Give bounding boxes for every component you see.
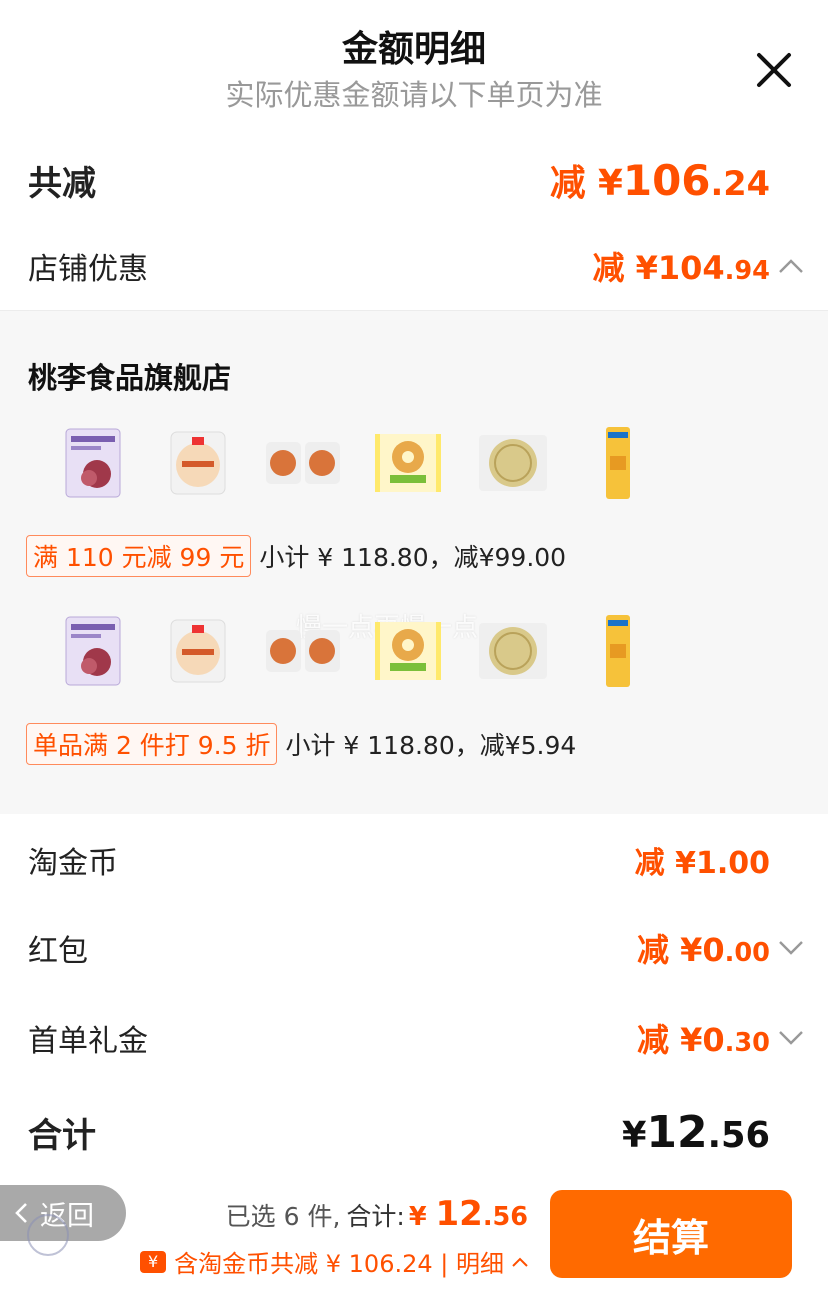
product-image bbox=[65, 616, 120, 686]
chevron-down-icon[interactable] bbox=[778, 1030, 804, 1046]
product-thumbnails bbox=[40, 423, 670, 503]
product-image bbox=[265, 442, 340, 484]
tao-coin-label: 淘金币 bbox=[28, 846, 118, 881]
total-price: ¥ 12.56 bbox=[408, 1194, 528, 1234]
product-image bbox=[605, 427, 630, 499]
coupon-icon: ¥ bbox=[140, 1250, 167, 1273]
checkout-button[interactable]: 结算 bbox=[550, 1190, 792, 1278]
shop-discount-label: 店铺优惠 bbox=[28, 252, 148, 287]
product-thumb bbox=[40, 423, 145, 503]
product-thumb bbox=[250, 423, 355, 503]
selected-count: 已选 6 件, bbox=[225, 1202, 341, 1231]
shop-discount-panel: 桃李食品旗舰店 满 110 元减 99 元 小计 ¥ 118.80，减¥99.0… bbox=[0, 310, 828, 814]
product-thumb bbox=[250, 611, 355, 691]
chevron-up-icon[interactable] bbox=[778, 258, 804, 274]
promo-line: 单品满 2 件打 9.5 折 小计 ¥ 118.80，减¥5.94 bbox=[26, 723, 576, 765]
bottom-checkout-bar: 返回 已选 6 件, 合计: ¥ 12.56 ¥ 含淘金币共减 ¥ 106.24… bbox=[0, 1176, 828, 1306]
product-image bbox=[374, 434, 441, 492]
savings-text: 含淘金币共减 ¥ 106.24 | 明细 bbox=[174, 1250, 504, 1278]
total-label: 合计: bbox=[346, 1202, 405, 1231]
product-image bbox=[170, 619, 225, 683]
selection-summary: 已选 6 件, 合计: ¥ 12.56 bbox=[226, 1194, 528, 1234]
floating-ring-icon[interactable] bbox=[27, 1214, 69, 1256]
savings-summary: ¥ 含淘金币共减 ¥ 106.24 | 明细 bbox=[140, 1244, 528, 1279]
tao-coin-row: 淘金币 减 ¥1.00 bbox=[28, 834, 770, 886]
product-image bbox=[265, 630, 340, 672]
product-image bbox=[478, 435, 547, 491]
product-thumbnails bbox=[40, 611, 670, 691]
promo-subtotal: 小计 ¥ 118.80，减¥5.94 bbox=[285, 731, 577, 760]
promo-tag: 单品满 2 件打 9.5 折 bbox=[26, 723, 278, 765]
chevron-left-icon bbox=[15, 1203, 27, 1223]
shop-discount-row[interactable]: 店铺优惠 减 ¥104.94 bbox=[28, 240, 770, 292]
total-discount-amount: 减 ¥106.24 bbox=[549, 155, 770, 205]
red-packet-row[interactable]: 红包 减 ¥0.00 bbox=[28, 922, 770, 974]
red-packet-label: 红包 bbox=[28, 934, 88, 969]
chevron-up-icon bbox=[512, 1257, 528, 1267]
product-image bbox=[374, 622, 441, 680]
product-thumb bbox=[565, 423, 670, 503]
shop-name: 桃李食品旗舰店 bbox=[28, 361, 232, 395]
product-image bbox=[170, 431, 225, 495]
product-thumb bbox=[145, 423, 250, 503]
close-icon[interactable] bbox=[752, 48, 796, 92]
product-thumb bbox=[565, 611, 670, 691]
sum-label: 合计 bbox=[28, 1115, 96, 1156]
shop-discount-amount: 减 ¥104.94 bbox=[592, 249, 770, 287]
product-thumb bbox=[145, 611, 250, 691]
page-title: 金额明细 bbox=[341, 29, 486, 70]
product-image bbox=[65, 428, 120, 498]
first-order-amount: 减 ¥0.30 bbox=[636, 1021, 770, 1059]
detail-link[interactable]: 含淘金币共减 ¥ 106.24 | 明细 bbox=[174, 1244, 528, 1279]
promo-subtotal: 小计 ¥ 118.80，减¥99.00 bbox=[259, 543, 567, 572]
promo-line: 满 110 元减 99 元 小计 ¥ 118.80，减¥99.00 bbox=[26, 535, 566, 577]
product-thumb bbox=[355, 611, 460, 691]
total-discount-label: 共减 bbox=[28, 163, 96, 204]
page-subtitle: 实际优惠金额请以下单页为准 bbox=[225, 78, 603, 112]
first-order-row[interactable]: 首单礼金 减 ¥0.30 bbox=[28, 1012, 770, 1064]
promo-tag: 满 110 元减 99 元 bbox=[26, 535, 252, 577]
tao-coin-amount: 减 ¥1.00 bbox=[634, 846, 770, 881]
product-thumb bbox=[355, 423, 460, 503]
chevron-down-icon[interactable] bbox=[778, 940, 804, 956]
red-packet-amount: 减 ¥0.00 bbox=[636, 931, 770, 969]
product-thumb bbox=[40, 611, 145, 691]
product-image bbox=[478, 623, 547, 679]
total-discount-row: 共减 减 ¥106.24 bbox=[28, 150, 770, 210]
header: 金额明细 实际优惠金额请以下单页为准 bbox=[0, 0, 828, 130]
sum-amount: ¥12.56 bbox=[621, 1106, 770, 1158]
product-thumb bbox=[460, 611, 565, 691]
product-image bbox=[605, 615, 630, 687]
sum-row: 合计 ¥12.56 bbox=[28, 1100, 770, 1164]
product-thumb bbox=[460, 423, 565, 503]
first-order-label: 首单礼金 bbox=[28, 1024, 148, 1059]
